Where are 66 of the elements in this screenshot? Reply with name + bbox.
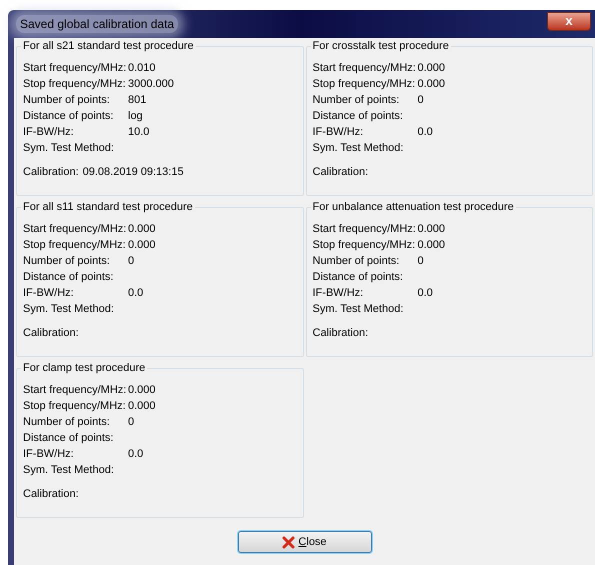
field-label: Number of points:	[23, 92, 111, 108]
field-value: 0.010	[128, 60, 156, 76]
field-value: 0	[128, 254, 134, 269]
group-title: For crosstalk test procedure	[310, 39, 451, 54]
field-label: Distance of points:	[23, 270, 114, 285]
calibration-label: Calibration:	[23, 165, 79, 180]
field-label: Distance of points:	[312, 108, 404, 124]
field-value: 801	[128, 92, 146, 108]
field-value: log	[128, 108, 143, 124]
field-label: Number of points:	[23, 254, 111, 269]
field-label: Sym. Test Method:	[23, 462, 115, 478]
field-value: 0.000	[418, 222, 446, 237]
field-value: 0.000	[418, 60, 446, 76]
field-value: 0.000	[128, 222, 156, 237]
field-label: Stop frequency/MHz:	[23, 76, 127, 92]
field-value: 0.000	[128, 382, 156, 398]
calibration-label: Calibration:	[23, 487, 79, 502]
field-label: Start frequency/MHz:	[312, 60, 417, 76]
field-value: 0	[418, 92, 424, 108]
field-label: Sym. Test Method:	[312, 302, 404, 317]
field-label: IF-BW/Hz:	[23, 446, 75, 462]
field-value: 0.0	[128, 286, 144, 301]
field-value: 0.000	[418, 238, 446, 253]
field-label: Number of points:	[312, 254, 400, 269]
calibration-label: Calibration:	[312, 165, 368, 180]
field-label: Number of points:	[23, 414, 111, 430]
field-label: IF-BW/Hz:	[312, 124, 364, 140]
window-title: Saved global calibration data	[16, 15, 178, 33]
field-label: Start frequency/MHz:	[23, 382, 128, 398]
close-dialog-button[interactable]: Close	[238, 531, 372, 553]
field-value: 0.0	[418, 124, 433, 140]
window-close-button[interactable]: x	[547, 12, 591, 30]
calibration-label: Calibration:	[23, 326, 79, 341]
field-value: 0.000	[418, 76, 446, 92]
field-label: IF-BW/Hz:	[23, 124, 75, 140]
field-value: 0.000	[128, 238, 156, 253]
field-value: 10.0	[128, 124, 150, 140]
group-title: For all s11 standard test procedure	[21, 200, 195, 215]
group-title: For clamp test procedure	[21, 361, 148, 376]
close-icon	[282, 536, 296, 548]
field-label: Stop frequency/MHz:	[23, 398, 127, 414]
field-label: Distance of points:	[23, 108, 114, 124]
field-value: 0	[418, 254, 424, 269]
calibration-value: 09.08.2019 09:13:15	[82, 165, 184, 180]
field-label: Sym. Test Method:	[23, 140, 115, 156]
field-value: 0	[128, 414, 134, 430]
field-label: Start frequency/MHz:	[23, 60, 128, 76]
field-value: 0.0	[418, 286, 433, 301]
field-label: Distance of points:	[23, 430, 114, 446]
field-label: Sym. Test Method:	[23, 302, 115, 317]
field-label: Stop frequency/MHz:	[312, 76, 416, 92]
calibration-label: Calibration:	[312, 326, 368, 341]
field-label: Start frequency/MHz:	[23, 222, 128, 237]
field-label: Sym. Test Method:	[312, 140, 404, 156]
field-label: Stop frequency/MHz:	[312, 238, 416, 253]
field-label: Number of points:	[312, 92, 400, 108]
field-label: Stop frequency/MHz:	[23, 238, 127, 253]
field-value: 0.000	[128, 398, 156, 414]
field-label: IF-BW/Hz:	[312, 286, 364, 301]
group-title: For unbalance attenuation test procedure	[310, 200, 516, 215]
field-label: Start frequency/MHz:	[312, 222, 417, 237]
field-label: Distance of points:	[312, 270, 404, 285]
field-label: IF-BW/Hz:	[23, 286, 75, 301]
field-value: 0.0	[128, 446, 144, 462]
group-title: For all s21 standard test procedure	[21, 39, 196, 54]
field-value: 3000.000	[128, 76, 174, 92]
